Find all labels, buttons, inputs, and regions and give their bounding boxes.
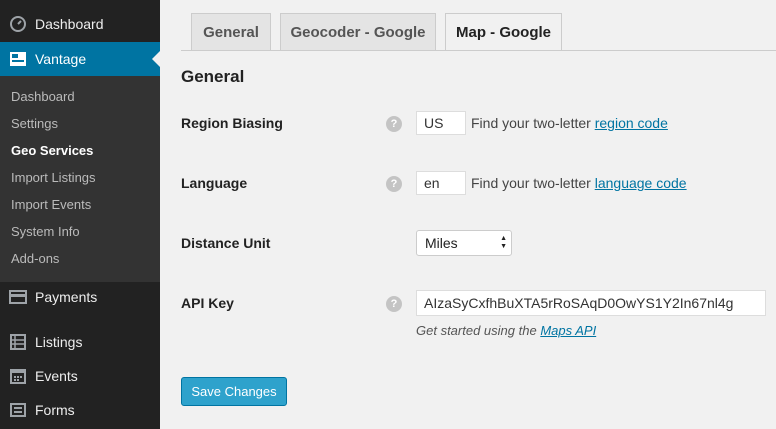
select-arrows-icon: ▲ ▼ bbox=[500, 235, 507, 250]
submenu-import-events[interactable]: Import Events bbox=[0, 191, 160, 218]
maps-api-link[interactable]: Maps API bbox=[540, 323, 596, 338]
menu-label: Listings bbox=[35, 334, 83, 350]
menu-label: Vantage bbox=[35, 51, 87, 67]
events-icon bbox=[9, 368, 27, 384]
region-code-link[interactable]: region code bbox=[595, 115, 668, 131]
submenu-dashboard[interactable]: Dashboard bbox=[0, 83, 160, 110]
language-description: Find your two-letter language code bbox=[471, 175, 687, 191]
payments-icon bbox=[9, 289, 27, 305]
submenu-system-info[interactable]: System Info bbox=[0, 218, 160, 245]
distance-selected-value: Miles bbox=[425, 235, 458, 251]
help-icon[interactable]: ? bbox=[386, 296, 402, 312]
distance-label: Distance Unit bbox=[181, 235, 271, 251]
tab-general[interactable]: General bbox=[191, 13, 271, 50]
vantage-icon bbox=[9, 51, 27, 67]
submenu-geo-services[interactable]: Geo Services bbox=[0, 137, 160, 164]
menu-events[interactable]: Events bbox=[0, 359, 160, 393]
language-input[interactable] bbox=[416, 171, 466, 195]
dashboard-icon bbox=[9, 16, 27, 32]
tab-divider bbox=[181, 50, 776, 51]
menu-label: Dashboard bbox=[35, 16, 104, 32]
vantage-submenu: Dashboard Settings Geo Services Import L… bbox=[0, 76, 160, 282]
api-key-description: Get started using the Maps API bbox=[416, 323, 596, 338]
menu-vantage[interactable]: Vantage bbox=[0, 42, 160, 76]
region-input[interactable] bbox=[416, 111, 466, 135]
region-description: Find your two-letter region code bbox=[471, 115, 668, 131]
menu-listings[interactable]: Listings bbox=[0, 325, 160, 359]
submenu-import-listings[interactable]: Import Listings bbox=[0, 164, 160, 191]
language-desc-text: Find your two-letter bbox=[471, 175, 591, 191]
api-key-label: API Key bbox=[181, 295, 234, 311]
admin-sidebar: Dashboard Vantage Dashboard Settings Geo… bbox=[0, 0, 160, 429]
region-label: Region Biasing bbox=[181, 115, 283, 131]
menu-payments[interactable]: Payments bbox=[0, 280, 160, 314]
submenu-settings[interactable]: Settings bbox=[0, 110, 160, 137]
help-icon[interactable]: ? bbox=[386, 176, 402, 192]
menu-label: Forms bbox=[35, 402, 75, 418]
forms-icon bbox=[9, 402, 27, 418]
section-title: General bbox=[181, 67, 245, 86]
api-desc-text: Get started using the bbox=[416, 323, 537, 338]
distance-unit-select[interactable]: Miles ▲ ▼ bbox=[416, 230, 512, 256]
save-changes-button[interactable]: Save Changes bbox=[181, 377, 287, 406]
help-icon[interactable]: ? bbox=[386, 116, 402, 132]
tab-map-google[interactable]: Map - Google bbox=[445, 13, 562, 51]
menu-label: Payments bbox=[35, 289, 98, 305]
language-label: Language bbox=[181, 175, 248, 191]
listings-icon bbox=[9, 334, 27, 350]
submenu-add-ons[interactable]: Add-ons bbox=[0, 245, 160, 272]
menu-forms[interactable]: Forms bbox=[0, 393, 160, 427]
language-code-link[interactable]: language code bbox=[595, 175, 687, 191]
api-key-input[interactable] bbox=[416, 290, 766, 316]
region-desc-text: Find your two-letter bbox=[471, 115, 591, 131]
menu-label: Events bbox=[35, 368, 78, 384]
tab-geocoder-google[interactable]: Geocoder - Google bbox=[280, 13, 436, 50]
menu-dashboard[interactable]: Dashboard bbox=[0, 7, 160, 41]
